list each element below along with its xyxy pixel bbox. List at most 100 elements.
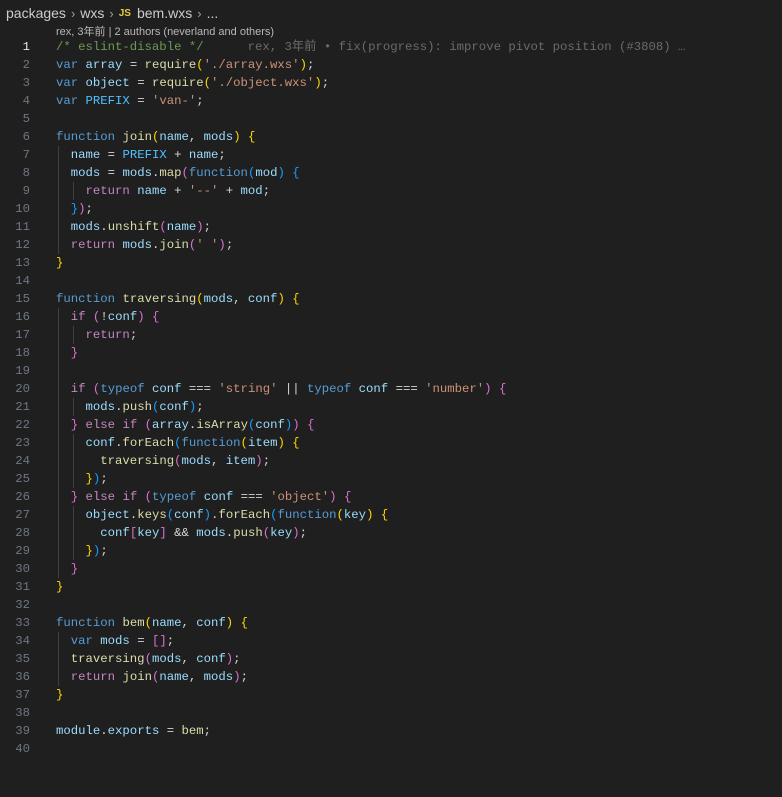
code-line[interactable]: 7 name = PREFIX + name; xyxy=(0,146,782,164)
code-line[interactable]: 35 traversing(mods, conf); xyxy=(0,650,782,668)
code-line[interactable]: 24 traversing(mods, item); xyxy=(0,452,782,470)
code-token: function xyxy=(277,508,337,522)
code-token: ( xyxy=(144,490,153,504)
code-line[interactable]: 13} xyxy=(0,254,782,272)
code-line[interactable]: 36 return join(name, mods); xyxy=(0,668,782,686)
line-number: 15 xyxy=(15,292,30,306)
code-line[interactable]: 19 xyxy=(0,362,782,380)
code-token: join xyxy=(159,238,189,252)
breadcrumb-item-file[interactable]: bem.wxs xyxy=(137,5,192,21)
code-token: ) xyxy=(292,418,300,432)
code-line[interactable]: 12 return mods.join(' '); xyxy=(0,236,782,254)
code-token: ( xyxy=(262,526,271,540)
code-line[interactable]: 31} xyxy=(0,578,782,596)
code-token: join xyxy=(122,670,152,684)
code-line[interactable]: 28 conf[key] && mods.push(key); xyxy=(0,524,782,542)
code-line[interactable]: 11 mods.unshift(name); xyxy=(0,218,782,236)
code-token: name xyxy=(166,220,197,234)
code-text: } xyxy=(56,344,78,362)
code-line[interactable]: 18 } xyxy=(0,344,782,362)
code-token: ] xyxy=(159,526,167,540)
code-token: key xyxy=(270,526,293,540)
line-number: 25 xyxy=(15,472,30,486)
breadcrumb-item-wxs[interactable]: wxs xyxy=(80,5,104,21)
code-token: ( xyxy=(336,508,344,522)
code-token: ; xyxy=(100,544,108,558)
code-line[interactable]: 15 function traversing(mods, conf) { xyxy=(0,290,782,308)
code-token: + xyxy=(166,184,189,198)
code-line[interactable]: 17 return; xyxy=(0,326,782,344)
indent-guide xyxy=(72,506,74,560)
code-line[interactable]: 27 object.keys(conf).forEach(function(ke… xyxy=(0,506,782,524)
line-number: 8 xyxy=(22,166,30,180)
chevron-right-icon: › xyxy=(197,5,202,21)
line-number: 22 xyxy=(15,418,30,432)
code-token: ; xyxy=(262,454,271,468)
code-token: 'object' xyxy=(270,490,330,504)
code-token: ) xyxy=(137,310,145,324)
code-line[interactable]: 34 var mods = []; xyxy=(0,632,782,650)
code-token: if xyxy=(122,418,138,432)
code-line[interactable]: 26 } else if (typeof conf === 'object') … xyxy=(0,488,782,506)
code-token: ; xyxy=(203,724,211,738)
code-token: ( xyxy=(196,58,204,72)
code-token: ; xyxy=(321,76,330,90)
code-line[interactable]: 37} xyxy=(0,686,782,704)
code-line[interactable]: 4 var PREFIX = 'van-'; xyxy=(0,92,782,110)
code-token: if xyxy=(70,310,86,324)
code-text: } else if (array.isArray(conf)) { xyxy=(56,416,315,434)
code-line[interactable]: 5 xyxy=(0,110,782,128)
code-line[interactable]: 25 }); xyxy=(0,470,782,488)
code-editor[interactable]: 1 /* eslint-disable */ rex, 3年前 • fix(prog… xyxy=(0,38,782,758)
code-token: var xyxy=(70,634,93,648)
code-token: ) xyxy=(314,76,322,90)
code-token: = xyxy=(100,166,123,180)
code-token: ; xyxy=(218,148,226,162)
code-token: conf xyxy=(107,310,138,324)
line-number: 2 xyxy=(22,58,30,72)
code-line[interactable]: 23 conf.forEach(function(item) { xyxy=(0,434,782,452)
code-line[interactable]: 38 xyxy=(0,704,782,722)
code-line[interactable]: 22 } else if (array.isArray(conf)) { xyxy=(0,416,782,434)
code-line[interactable]: 16 if (!conf) { xyxy=(0,308,782,326)
code-token: conf xyxy=(247,292,278,306)
code-token: ; xyxy=(100,472,108,486)
code-line[interactable]: 21 mods.push(conf); xyxy=(0,398,782,416)
code-line[interactable]: 20 if (typeof conf === 'string' || typeo… xyxy=(0,380,782,398)
code-line[interactable]: 1 /* eslint-disable */ rex, 3年前 • fix(prog… xyxy=(0,38,782,56)
code-line[interactable]: 10 }); xyxy=(0,200,782,218)
code-token: conf xyxy=(196,616,226,630)
code-line[interactable]: 8 mods = mods.map(function(mod) { xyxy=(0,164,782,182)
code-line[interactable]: 2 var array = require('./array.wxs'); xyxy=(0,56,782,74)
code-line[interactable]: 14 xyxy=(0,272,782,290)
code-token: conf xyxy=(85,436,116,450)
line-number: 33 xyxy=(15,616,30,630)
code-line[interactable]: 40 xyxy=(0,740,782,758)
code-text: return mods.join(' '); xyxy=(56,236,233,254)
chevron-right-icon: › xyxy=(70,5,76,21)
code-token: ( xyxy=(144,652,152,666)
code-line[interactable]: 30 } xyxy=(0,560,782,578)
code-line[interactable]: 29 }); xyxy=(0,542,782,560)
code-line[interactable]: 33 function bem(name, conf) { xyxy=(0,614,782,632)
code-line[interactable]: 39 module.exports = bem; xyxy=(0,722,782,740)
code-line[interactable]: 3 var object = require('./object.wxs'); xyxy=(0,74,782,92)
code-token: ( xyxy=(159,220,167,234)
code-text: module.exports = bem; xyxy=(56,722,211,740)
code-line[interactable]: 9 return name + '--' + mod; xyxy=(0,182,782,200)
code-line[interactable]: 6 function join(name, mods) { xyxy=(0,128,782,146)
code-token: ; xyxy=(225,238,234,252)
code-line[interactable]: 32 xyxy=(0,596,782,614)
breadcrumb-item-more[interactable]: ... xyxy=(207,5,219,21)
code-token: mod xyxy=(255,166,278,180)
code-token: && xyxy=(166,526,197,540)
indent-guide xyxy=(58,308,59,578)
breadcrumb-item-packages[interactable]: packages xyxy=(6,5,66,21)
code-token: array xyxy=(152,418,189,432)
